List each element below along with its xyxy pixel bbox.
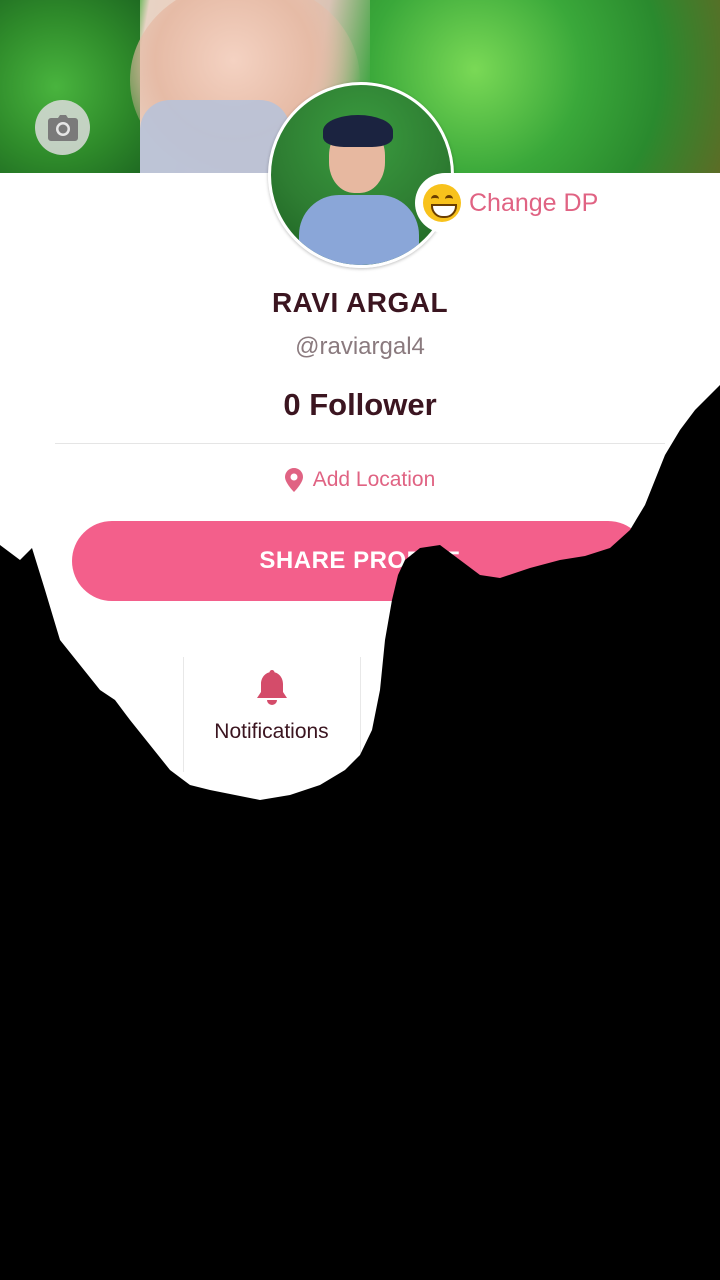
camera-icon [47,114,78,141]
tile-divider [360,657,361,772]
profile-handle: @raviargal4 [295,333,425,360]
bell-icon [256,670,287,705]
map-pin-icon [284,468,303,492]
change-cover-button[interactable] [35,100,90,155]
change-dp-button[interactable]: Change DP [415,173,621,233]
tile-divider [183,657,184,772]
notifications-label: Notifications [214,720,329,743]
share-profile-label: SHARE PROFILE [259,547,461,574]
cover-shirt [140,100,290,173]
profile-avatar[interactable] [268,82,454,268]
profile-name: RAVI ARGAL [271,287,449,318]
grinning-face-icon [423,184,461,222]
follower-count[interactable]: 0 Follower [0,387,720,423]
notifications-tile[interactable]: Notifications [185,670,358,780]
share-profile-button[interactable]: SHARE PROFILE [72,521,648,601]
divider [55,443,665,444]
add-location-button[interactable]: Add Location [0,468,720,492]
add-location-label: Add Location [312,468,436,491]
change-dp-label: Change DP [469,188,599,217]
